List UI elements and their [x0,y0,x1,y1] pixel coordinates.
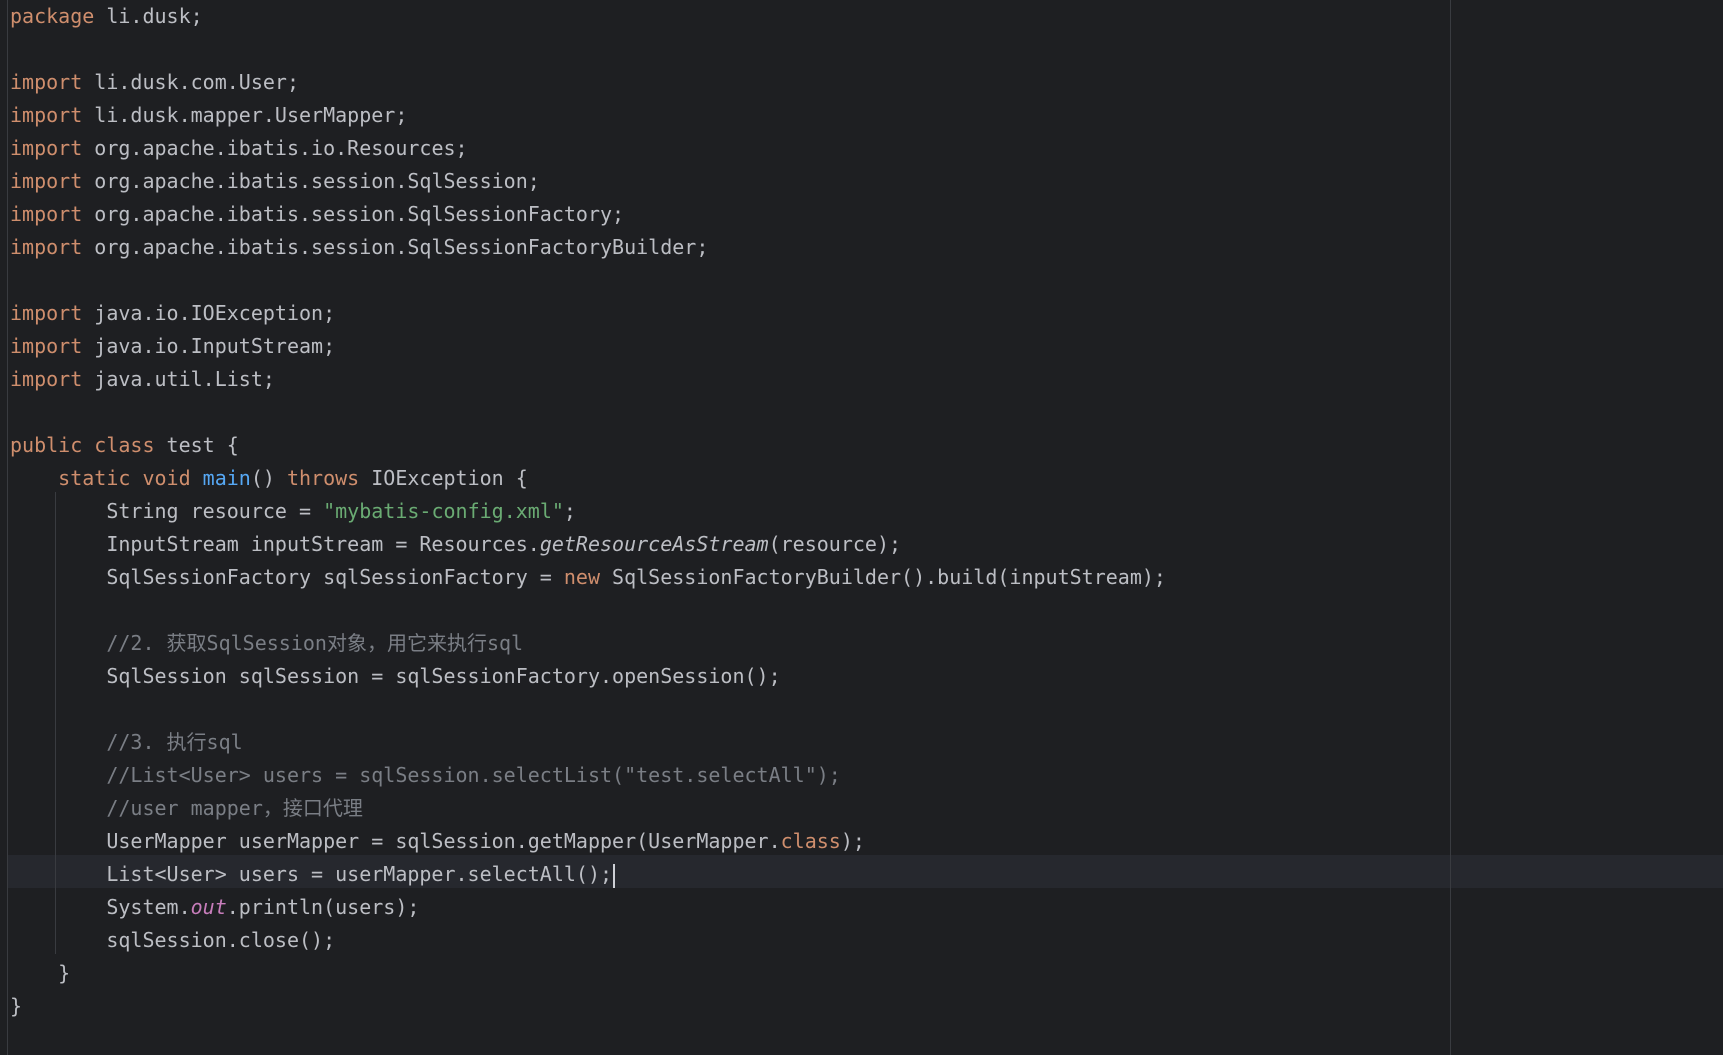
code-token: org.apache.ibatis.session.SqlSessionFact… [82,235,709,259]
code-keyword: new [563,565,601,589]
code-line[interactable]: import org.apache.ibatis.session.SqlSess… [10,165,1440,198]
code-line[interactable] [10,396,1440,429]
code-token: test { [154,433,239,457]
code-token: java.util.List; [82,367,275,391]
code-line[interactable]: SqlSession sqlSession = sqlSessionFactor… [10,660,1440,693]
code-line[interactable]: import java.io.IOException; [10,297,1440,330]
code-token: java.io.IOException; [82,301,336,325]
code-line[interactable]: String resource = "mybatis-config.xml"; [10,495,1440,528]
code-keyword: import [10,103,83,127]
code-line[interactable]: import java.io.InputStream; [10,330,1440,363]
code-keyword: import [10,70,83,94]
code-line[interactable]: //3. 执行sql [10,726,1440,759]
code-comment: //2. 获取SqlSession对象，用它来执行sql [106,631,524,655]
code-keyword: import [10,202,83,226]
code-line[interactable] [10,693,1440,726]
code-token: ; [563,499,576,523]
code-token: System. [10,895,191,919]
code-keyword: static void [58,466,191,490]
code-token: getResourceAsStream [539,532,769,556]
code-comment: //user mapper，接口代理 [106,796,363,820]
code-token: InputStream inputStream = Resources. [10,532,540,556]
code-line[interactable] [10,264,1440,297]
code-token: li.dusk.mapper.UserMapper; [82,103,408,127]
code-line[interactable]: import org.apache.ibatis.io.Resources; [10,132,1440,165]
code-line[interactable]: static void main() throws IOException { [10,462,1440,495]
code-token: org.apache.ibatis.session.SqlSession; [82,169,540,193]
code-token: SqlSessionFactory sqlSessionFactory = [10,565,564,589]
code-line[interactable] [10,33,1440,66]
code-string: "mybatis-config.xml" [323,499,564,523]
code-line[interactable]: //List<User> users = sqlSession.selectLi… [10,759,1440,792]
code-keyword: package [10,4,95,28]
code-token: li.dusk.com.User; [82,70,299,94]
code-token: List<User> users = userMapper.selectAll(… [10,862,613,886]
code-line[interactable]: import li.dusk.mapper.UserMapper; [10,99,1440,132]
code-keyword: import [10,367,83,391]
code-line[interactable]: //user mapper，接口代理 [10,792,1440,825]
code-token: () [250,466,287,490]
code-editor[interactable]: package li.dusk; import li.dusk.com.User;… [0,0,1723,1055]
code-line[interactable]: public class test { [10,429,1440,462]
left-gutter-guide [7,0,8,1055]
code-keyword: import [10,235,83,259]
code-text-area[interactable]: package li.dusk; import li.dusk.com.User;… [10,0,1440,1023]
code-line[interactable]: package li.dusk; [10,0,1440,33]
code-token: String resource = [10,499,324,523]
code-token: java.io.InputStream; [82,334,336,358]
code-line[interactable]: import org.apache.ibatis.session.SqlSess… [10,231,1440,264]
code-line[interactable]: import li.dusk.com.User; [10,66,1440,99]
code-token: .println(users); [226,895,420,919]
code-line[interactable]: import org.apache.ibatis.session.SqlSess… [10,198,1440,231]
code-line[interactable]: SqlSessionFactory sqlSessionFactory = ne… [10,561,1440,594]
right-margin-guide [1450,0,1451,1055]
code-token: } [10,994,23,1018]
code-comment: //List<User> users = sqlSession.selectLi… [106,763,841,787]
code-keyword: import [10,334,83,358]
code-line[interactable] [10,594,1440,627]
code-keyword: import [10,136,83,160]
code-keyword: public class [10,433,155,457]
code-keyword: import [10,301,83,325]
code-token: org.apache.ibatis.session.SqlSessionFact… [82,202,625,226]
code-line[interactable]: System.out.println(users); [10,891,1440,924]
code-token: } [10,961,71,985]
code-line[interactable]: sqlSession.close(); [10,924,1440,957]
code-keyword: class [780,829,841,853]
code-line[interactable]: } [10,957,1440,990]
code-token: IOException { [359,466,528,490]
code-line[interactable]: List<User> users = userMapper.selectAll(… [10,858,1440,891]
code-token: org.apache.ibatis.io.Resources; [82,136,468,160]
code-line[interactable]: //2. 获取SqlSession对象，用它来执行sql [10,627,1440,660]
code-token: main [202,466,251,490]
code-line[interactable]: UserMapper userMapper = sqlSession.getMa… [10,825,1440,858]
code-token: sqlSession.close(); [10,928,336,952]
code-keyword: import [10,169,83,193]
code-token: (resource); [768,532,902,556]
code-token: SqlSessionFactoryBuilder().build(inputSt… [600,565,1166,589]
code-line[interactable]: } [10,990,1440,1023]
code-keyword: throws [286,466,360,490]
code-line[interactable]: import java.util.List; [10,363,1440,396]
code-token: UserMapper userMapper = sqlSession.getMa… [10,829,781,853]
code-line[interactable]: InputStream inputStream = Resources.getR… [10,528,1440,561]
code-token: SqlSession sqlSession = sqlSessionFactor… [10,664,781,688]
text-caret [613,863,616,888]
code-token: ); [840,829,865,853]
code-comment: //3. 执行sql [106,730,243,754]
code-token: out [190,895,227,919]
code-token: li.dusk; [94,4,203,28]
